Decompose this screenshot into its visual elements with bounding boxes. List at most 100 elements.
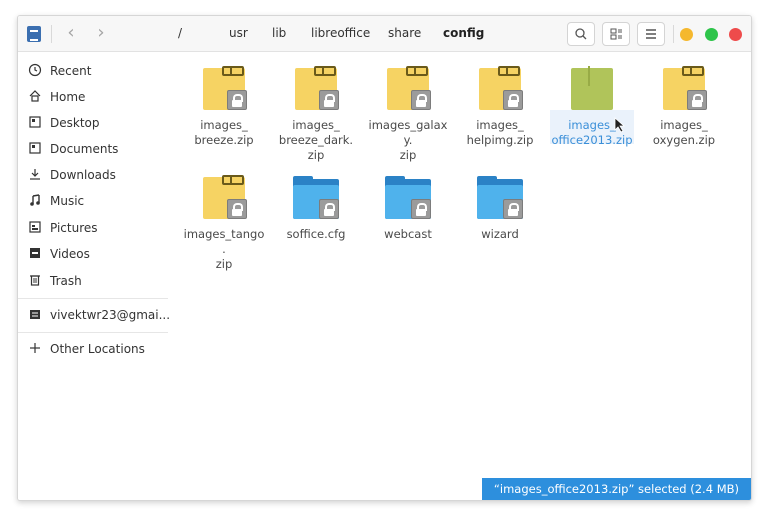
- sidebar-item-downloads[interactable]: Downloads: [28, 164, 168, 186]
- lock-icon: [687, 90, 707, 110]
- file-manager-window: ‹ › / usr lib libreoffice share config R…: [17, 15, 752, 501]
- sidebar-item-label: Downloads: [50, 168, 116, 182]
- pictures-icon: [29, 221, 41, 233]
- lock-icon: [319, 90, 339, 110]
- chevron-left-icon: ‹: [67, 22, 75, 43]
- folder-icon: [292, 175, 340, 223]
- file-item[interactable]: images_ oxygen.zip: [642, 66, 726, 148]
- zip-file-icon: [292, 66, 340, 114]
- view-options-button[interactable]: [602, 22, 630, 46]
- folder-name: soffice.cfg: [286, 227, 346, 241]
- folder-name: webcast: [384, 227, 432, 241]
- sidebar-item-label: Music: [50, 194, 85, 208]
- sidebar-item-videos[interactable]: Videos: [28, 243, 168, 265]
- sidebar-item-label: Trash: [50, 274, 82, 288]
- sidebar-item-documents[interactable]: Documents: [28, 138, 168, 160]
- breadcrumb-lib[interactable]: lib: [272, 26, 286, 40]
- chevron-right-icon: ›: [97, 22, 105, 43]
- sidebar-item-recent[interactable]: Recent: [28, 60, 168, 82]
- hamburger-icon: [646, 29, 656, 39]
- lock-icon: [319, 199, 339, 219]
- menu-button[interactable]: [637, 22, 665, 46]
- trash-icon: [30, 275, 40, 286]
- file-item[interactable]: images_ breeze_dark. zip: [274, 66, 358, 163]
- sidebar-item-label: Recent: [50, 64, 92, 78]
- sidebar-item-other-locations[interactable]: Other Locations: [28, 338, 168, 360]
- breadcrumb-share[interactable]: share: [388, 26, 421, 40]
- documents-icon: [29, 142, 41, 154]
- sidebar-item-label: Pictures: [50, 221, 98, 235]
- zip-file-icon: [200, 66, 248, 114]
- status-bar: “images_office2013.zip” selected (2.4 MB…: [481, 478, 751, 500]
- folder-item[interactable]: soffice.cfg: [274, 175, 358, 242]
- breadcrumb-libreoffice[interactable]: libreoffice: [311, 26, 370, 40]
- file-name: images_ breeze_dark. zip: [278, 118, 354, 162]
- file-name: images_ helpimg.zip: [466, 118, 534, 147]
- file-item[interactable]: images_galaxy. zip: [366, 66, 450, 163]
- back-button[interactable]: ‹: [58, 22, 84, 46]
- sidebar-item-label: Desktop: [50, 116, 100, 130]
- folder-name: wizard: [481, 227, 519, 241]
- zip-file-icon: [384, 66, 432, 114]
- sidebar-item-label: Other Locations: [50, 342, 145, 356]
- sidebar-item-drive[interactable]: vivektwr23@gmai...: [28, 304, 171, 326]
- sidebar-item-label: Documents: [50, 142, 119, 156]
- sidebar-item-label: Videos: [50, 247, 90, 261]
- videos-icon: [30, 248, 40, 258]
- file-name: images_ oxygen.zip: [652, 118, 716, 147]
- separator: [51, 25, 52, 43]
- home-icon: [29, 90, 41, 102]
- music-icon: [30, 194, 40, 206]
- file-item[interactable]: images_tango. zip: [182, 175, 266, 272]
- sidebar-item-desktop[interactable]: Desktop: [28, 112, 168, 134]
- desktop-icon: [29, 116, 41, 128]
- sidebar-item-trash[interactable]: Trash: [28, 270, 168, 292]
- sidebar-item-home[interactable]: Home: [28, 86, 168, 108]
- clock-icon: [28, 63, 42, 77]
- breadcrumb-root[interactable]: /: [178, 26, 182, 40]
- lock-icon: [411, 199, 431, 219]
- sidebar-item-label: vivektwr23@gmai...: [50, 308, 171, 322]
- forward-button[interactable]: ›: [88, 22, 114, 46]
- breadcrumb-config[interactable]: config: [443, 26, 484, 40]
- file-name: images_tango. zip: [183, 227, 265, 271]
- lock-icon: [227, 199, 247, 219]
- sidebar: Recent Home Desktop Documents Downloads …: [18, 53, 171, 500]
- close-button[interactable]: [729, 28, 742, 41]
- lock-icon: [503, 90, 523, 110]
- folder-item[interactable]: webcast: [366, 175, 450, 242]
- zip-file-icon: [200, 175, 248, 223]
- sidebar-divider: [18, 332, 168, 333]
- file-item[interactable]: images_ helpimg.zip: [458, 66, 542, 148]
- header-bar: ‹ › / usr lib libreoffice share config: [18, 16, 751, 52]
- lock-icon: [411, 90, 431, 110]
- sidebar-divider: [18, 298, 168, 299]
- separator: [673, 25, 674, 43]
- folder-item[interactable]: wizard: [458, 175, 542, 242]
- view-options-icon: [610, 28, 622, 40]
- plus-icon: [30, 343, 40, 353]
- maximize-button[interactable]: [705, 28, 718, 41]
- file-name: images_galaxy. zip: [368, 118, 448, 162]
- search-button[interactable]: [567, 22, 595, 46]
- file-name: images_ breeze.zip: [194, 118, 254, 147]
- files-app-icon[interactable]: [27, 26, 41, 42]
- download-icon: [30, 169, 40, 180]
- file-item[interactable]: images_ breeze.zip: [182, 66, 266, 148]
- mouse-cursor-icon: [614, 117, 626, 133]
- zip-file-icon: [568, 66, 616, 114]
- lock-icon: [503, 199, 523, 219]
- drive-icon: [30, 310, 40, 319]
- breadcrumb-usr[interactable]: usr: [229, 26, 248, 40]
- sidebar-item-music[interactable]: Music: [28, 190, 168, 212]
- folder-icon: [384, 175, 432, 223]
- file-item-selected[interactable]: images_ office2013.zip: [550, 66, 634, 148]
- file-grid: images_ breeze.zip images_ breeze_dark. zip…: [168, 53, 751, 500]
- search-icon: [575, 28, 587, 40]
- sidebar-item-label: Home: [50, 90, 86, 104]
- zip-file-icon: [476, 66, 524, 114]
- sidebar-item-pictures[interactable]: Pictures: [28, 217, 168, 239]
- minimize-button[interactable]: [680, 28, 693, 41]
- lock-icon: [227, 90, 247, 110]
- folder-icon: [476, 175, 524, 223]
